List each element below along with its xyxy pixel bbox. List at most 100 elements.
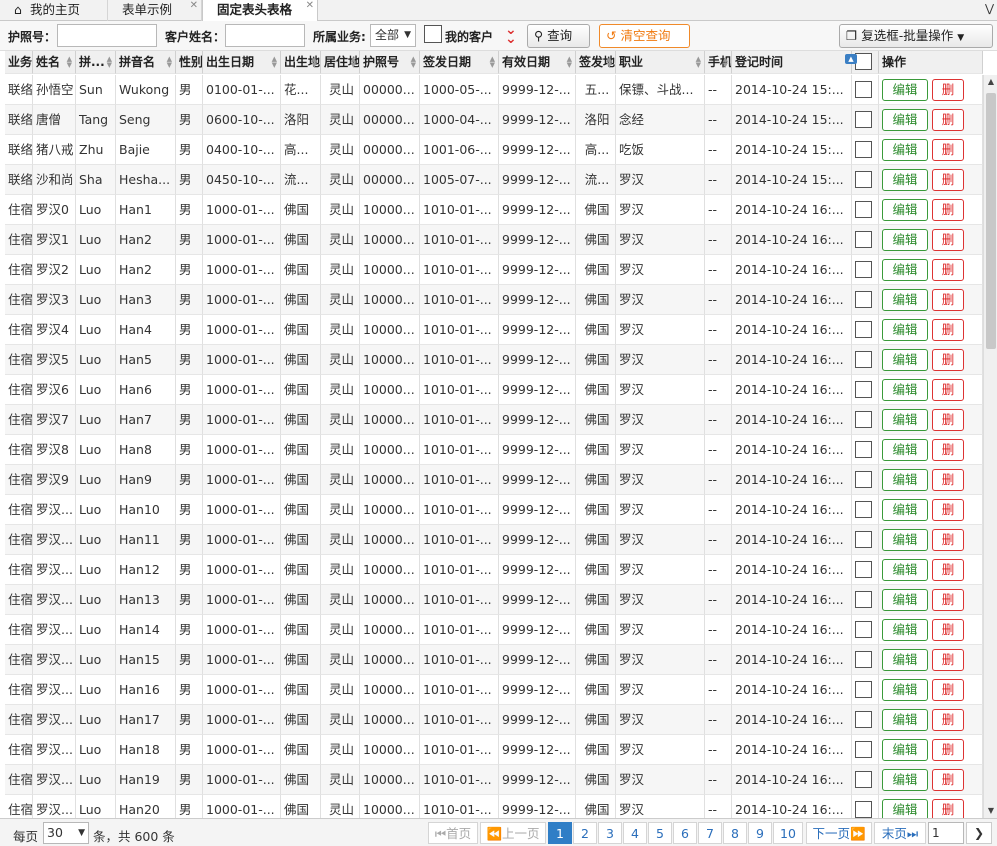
delete-button[interactable]: 删 (932, 348, 964, 371)
row-checkbox[interactable] (855, 231, 872, 248)
delete-button[interactable]: 删 (932, 198, 964, 221)
table-row[interactable]: 住宿 罗汉6 Luo Han6 男 1000-01-... 佛国 灵山 10000... 1010… (5, 375, 983, 405)
page-number-button[interactable]: 3 (598, 822, 622, 844)
edit-button[interactable]: 编辑 (882, 588, 928, 611)
edit-button[interactable]: 编辑 (882, 318, 928, 341)
page-number-button[interactable]: 5 (648, 822, 672, 844)
column-header[interactable]: 有效日期 ▲ ▼ (499, 51, 576, 74)
table-row[interactable]: 住宿 罗汉... Luo Han10 男 1000-01-... 佛国 灵山 10000... 1… (5, 495, 983, 525)
edit-button[interactable]: 编辑 (882, 168, 928, 191)
delete-button[interactable]: 删 (932, 528, 964, 551)
close-icon[interactable]: ✕ (190, 0, 198, 16)
column-header[interactable]: 拼音名 ▲ ▼ (116, 51, 176, 74)
table-row[interactable]: 住宿 罗汉... Luo Han16 男 1000-01-... 佛国 灵山 10000... 1… (5, 675, 983, 705)
row-checkbox[interactable] (855, 411, 872, 428)
column-header[interactable]: 手机 ▲ ▼ (705, 51, 732, 74)
row-checkbox[interactable] (855, 381, 872, 398)
row-checkbox[interactable] (855, 741, 872, 758)
column-header[interactable]: 出生地 ▲ ▼ (281, 51, 321, 74)
scroll-up-icon[interactable]: ▲ (984, 75, 997, 89)
sort-icon[interactable]: ▲ ▼ (723, 56, 728, 69)
sort-icon[interactable]: ▲ ▼ (312, 56, 317, 69)
expand-chevron-icon[interactable]: ⌄ ⌄ (505, 23, 517, 46)
per-page-select[interactable]: 30 ▼ (43, 822, 89, 844)
delete-button[interactable]: 删 (932, 378, 964, 401)
edit-button[interactable]: 编辑 (882, 738, 928, 761)
delete-button[interactable]: 删 (932, 228, 964, 251)
sort-icon[interactable]: ▲ ▼ (607, 56, 612, 69)
row-checkbox[interactable] (855, 771, 872, 788)
passport-input[interactable] (57, 24, 157, 47)
row-checkbox[interactable] (855, 531, 872, 548)
delete-button[interactable]: 删 (932, 708, 964, 731)
select-all-checkbox[interactable] (855, 53, 872, 70)
delete-button[interactable]: 删 (932, 618, 964, 641)
scroll-down-icon[interactable]: ▼ (984, 804, 997, 818)
edit-button[interactable]: 编辑 (882, 198, 928, 221)
last-page-button[interactable]: 末页⏭ (874, 822, 926, 844)
row-checkbox[interactable] (855, 651, 872, 668)
edit-button[interactable]: 编辑 (882, 708, 928, 731)
delete-button[interactable]: 删 (932, 168, 964, 191)
column-header[interactable]: 签发日期 ▲ ▼ (420, 51, 499, 74)
delete-button[interactable]: 删 (932, 768, 964, 791)
column-header[interactable]: 登记时间 (732, 51, 852, 74)
table-row[interactable]: 住宿 罗汉9 Luo Han9 男 1000-01-... 佛国 灵山 10000... 1010… (5, 465, 983, 495)
row-checkbox[interactable] (855, 291, 872, 308)
row-checkbox[interactable] (855, 261, 872, 278)
delete-button[interactable]: 删 (932, 588, 964, 611)
column-header[interactable]: 出生日期 ▲ ▼ (203, 51, 281, 74)
table-row[interactable]: 住宿 罗汉2 Luo Han2 男 1000-01-... 佛国 灵山 10000... 1010… (5, 255, 983, 285)
row-checkbox[interactable] (855, 681, 872, 698)
my-customers-checkbox[interactable] (424, 25, 442, 43)
table-row[interactable]: 住宿 罗汉... Luo Han13 男 1000-01-... 佛国 灵山 10000... 1… (5, 585, 983, 615)
table-row[interactable]: 住宿 罗汉5 Luo Han5 男 1000-01-... 佛国 灵山 10000... 1010… (5, 345, 983, 375)
scroll-thumb[interactable] (986, 93, 996, 349)
row-checkbox[interactable] (855, 711, 872, 728)
row-checkbox[interactable] (855, 81, 872, 98)
edit-button[interactable]: 编辑 (882, 408, 928, 431)
edit-button[interactable]: 编辑 (882, 288, 928, 311)
sort-icon[interactable]: ▲ ▼ (411, 56, 416, 69)
table-row[interactable]: 住宿 罗汉... Luo Han15 男 1000-01-... 佛国 灵山 10000... 1… (5, 645, 983, 675)
page-number-button[interactable]: 10 (773, 822, 803, 844)
table-row[interactable]: 联络 孙悟空 Sun Wukong 男 0100-01-... 花... 灵山 00000...… (5, 75, 983, 105)
column-header[interactable]: 操作 (879, 51, 983, 74)
delete-button[interactable]: 删 (932, 738, 964, 761)
table-row[interactable]: 住宿 罗汉... Luo Han18 男 1000-01-... 佛国 灵山 10000... 1… (5, 735, 983, 765)
table-row[interactable]: 联络 猪八戒 Zhu Bajie 男 0400-10-... 高... 灵山 00000... 1… (5, 135, 983, 165)
delete-button[interactable]: 删 (932, 108, 964, 131)
row-checkbox[interactable] (855, 171, 872, 188)
delete-button[interactable]: 删 (932, 318, 964, 341)
row-checkbox[interactable] (855, 111, 872, 128)
edit-button[interactable]: 编辑 (882, 648, 928, 671)
edit-button[interactable]: 编辑 (882, 618, 928, 641)
delete-button[interactable]: 删 (932, 438, 964, 461)
sort-icon[interactable]: ▲ ▼ (167, 56, 172, 69)
vertical-scrollbar[interactable]: ▲ ▼ (983, 75, 997, 818)
sort-icon[interactable]: ▲ ▼ (567, 56, 572, 69)
delete-button[interactable]: 删 (932, 408, 964, 431)
row-checkbox[interactable] (855, 591, 872, 608)
table-row[interactable]: 住宿 罗汉... Luo Han14 男 1000-01-... 佛国 灵山 10000... 1… (5, 615, 983, 645)
table-row[interactable]: 住宿 罗汉... Luo Han19 男 1000-01-... 佛国 灵山 10000... 1… (5, 765, 983, 795)
column-header[interactable]: 签发地 ▲ ▼ (576, 51, 616, 74)
edit-button[interactable]: 编辑 (882, 678, 928, 701)
first-page-button[interactable]: ⏮首页 (428, 822, 478, 844)
double-chevron-down-icon[interactable]: ⋁ (985, 2, 994, 15)
row-checkbox[interactable] (855, 321, 872, 338)
delete-button[interactable]: 删 (932, 498, 964, 521)
table-row[interactable]: 住宿 罗汉... Luo Han17 男 1000-01-... 佛国 灵山 10000... 1… (5, 705, 983, 735)
row-checkbox[interactable] (855, 441, 872, 458)
sort-icon[interactable]: ▲ ▼ (107, 56, 112, 69)
edit-button[interactable]: 编辑 (882, 258, 928, 281)
prev-page-button[interactable]: ⏪上一页 (480, 822, 546, 844)
edit-button[interactable]: 编辑 (882, 78, 928, 101)
edit-button[interactable]: 编辑 (882, 468, 928, 491)
tab-home[interactable]: ⌂ 我的主页 (0, 0, 108, 21)
edit-button[interactable]: 编辑 (882, 378, 928, 401)
page-number-button[interactable]: 9 (748, 822, 772, 844)
table-row[interactable]: 住宿 罗汉... Luo Han12 男 1000-01-... 佛国 灵山 10000... 1… (5, 555, 983, 585)
page-number-button[interactable]: 4 (623, 822, 647, 844)
row-checkbox[interactable] (855, 801, 872, 818)
